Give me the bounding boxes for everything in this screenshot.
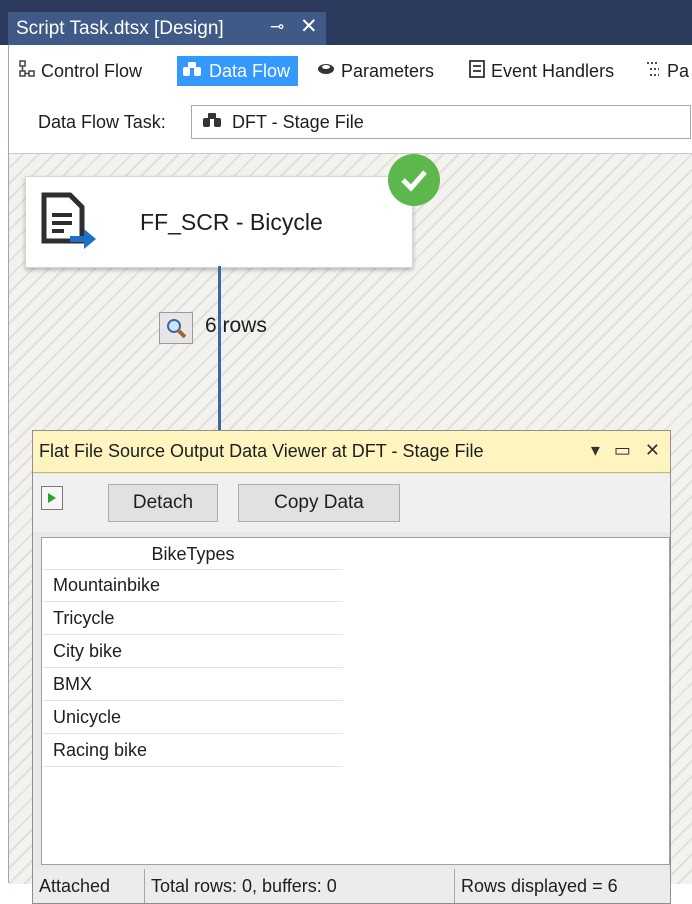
data-viewer-title: Flat File Source Output Data Viewer at D… [39, 441, 484, 461]
tab-event-handlers[interactable]: Event Handlers [469, 56, 614, 86]
dropdown-menu-icon[interactable]: ▾ [591, 440, 600, 461]
table-row[interactable]: BMX [43, 669, 343, 701]
table-row[interactable]: Unicycle [43, 702, 343, 734]
table-row[interactable]: Tricycle [43, 603, 343, 635]
status-totals: Total rows: 0, buffers: 0 [145, 869, 455, 903]
tab-control-flow[interactable]: Control Flow [19, 56, 142, 86]
document-tab-title: Script Task.dtsx [Design] [16, 17, 224, 39]
tab-data-flow[interactable]: Data Flow [177, 56, 299, 86]
status-attached: Attached [33, 869, 145, 903]
data-grid[interactable]: BikeTypes Mountainbike Tricycle City bik… [41, 537, 670, 865]
data-viewer-title-bar[interactable]: Flat File Source Output Data Viewer at D… [33, 431, 670, 473]
table-row[interactable]: Mountainbike [43, 570, 343, 602]
tab-control-flow-label: Control Flow [41, 60, 143, 81]
task-selector-dropdown[interactable]: DFT - Stage File [191, 105, 691, 139]
pin-icon[interactable]: ⊸ [270, 17, 284, 37]
document-tab-strip: Script Task.dtsx [Design] ⊸ ✕ [0, 0, 692, 45]
data-flow-task-icon [202, 112, 222, 132]
task-selector-label: Data Flow Task: [38, 112, 166, 132]
designer-frame: Control Flow Data Flow Parameters Event … [8, 45, 692, 904]
task-selector-value: DFT - Stage File [232, 111, 364, 132]
designer-tab-bar: Control Flow Data Flow Parameters Event … [9, 53, 692, 89]
tab-package-explorer[interactable]: Pa [645, 56, 689, 86]
event-handlers-icon [469, 60, 485, 82]
package-explorer-icon [645, 60, 661, 82]
tab-event-handlers-label: Event Handlers [491, 60, 615, 81]
flat-file-source-component[interactable]: FF_SCR - Bicycle [25, 176, 413, 268]
close-icon[interactable]: ✕ [300, 14, 318, 39]
tab-package-explorer-label: Pa [667, 60, 690, 81]
path-rows-label: 6 rows [205, 314, 267, 337]
table-row[interactable]: City bike [43, 636, 343, 668]
continue-play-button[interactable] [41, 486, 63, 510]
data-flow-icon [181, 60, 203, 82]
maximize-icon[interactable]: ▭ [614, 440, 631, 461]
column-header-biketypes[interactable]: BikeTypes [43, 539, 343, 570]
success-check-icon [388, 154, 440, 206]
data-viewer-status-bar: Attached Total rows: 0, buffers: 0 Rows … [33, 869, 670, 903]
data-viewer-window: Flat File Source Output Data Viewer at D… [32, 430, 671, 904]
component-name: FF_SCR - Bicycle [140, 209, 323, 235]
tab-data-flow-label: Data Flow [209, 60, 291, 81]
data-viewer-magnifier-icon[interactable] [159, 312, 193, 344]
status-rows-displayed: Rows displayed = 6 [461, 875, 618, 896]
tab-parameters-label: Parameters [341, 60, 435, 81]
close-viewer-icon[interactable]: ✕ [645, 440, 660, 461]
data-viewer-toolbar: Detach Copy Data [33, 474, 670, 532]
detach-button[interactable]: Detach [108, 484, 218, 522]
table-row[interactable]: Racing bike [43, 735, 343, 767]
window-buttons: ▾ ▭ ✕ [591, 440, 660, 461]
document-tab[interactable]: Script Task.dtsx [Design] ⊸ ✕ [8, 12, 326, 45]
flat-file-source-icon [41, 192, 96, 249]
task-selector-bar: Data Flow Task: DFT - Stage File [9, 103, 692, 143]
parameters-icon [317, 61, 335, 81]
copy-data-button[interactable]: Copy Data [238, 484, 400, 522]
control-flow-icon [19, 60, 35, 82]
tab-parameters[interactable]: Parameters [317, 56, 434, 86]
